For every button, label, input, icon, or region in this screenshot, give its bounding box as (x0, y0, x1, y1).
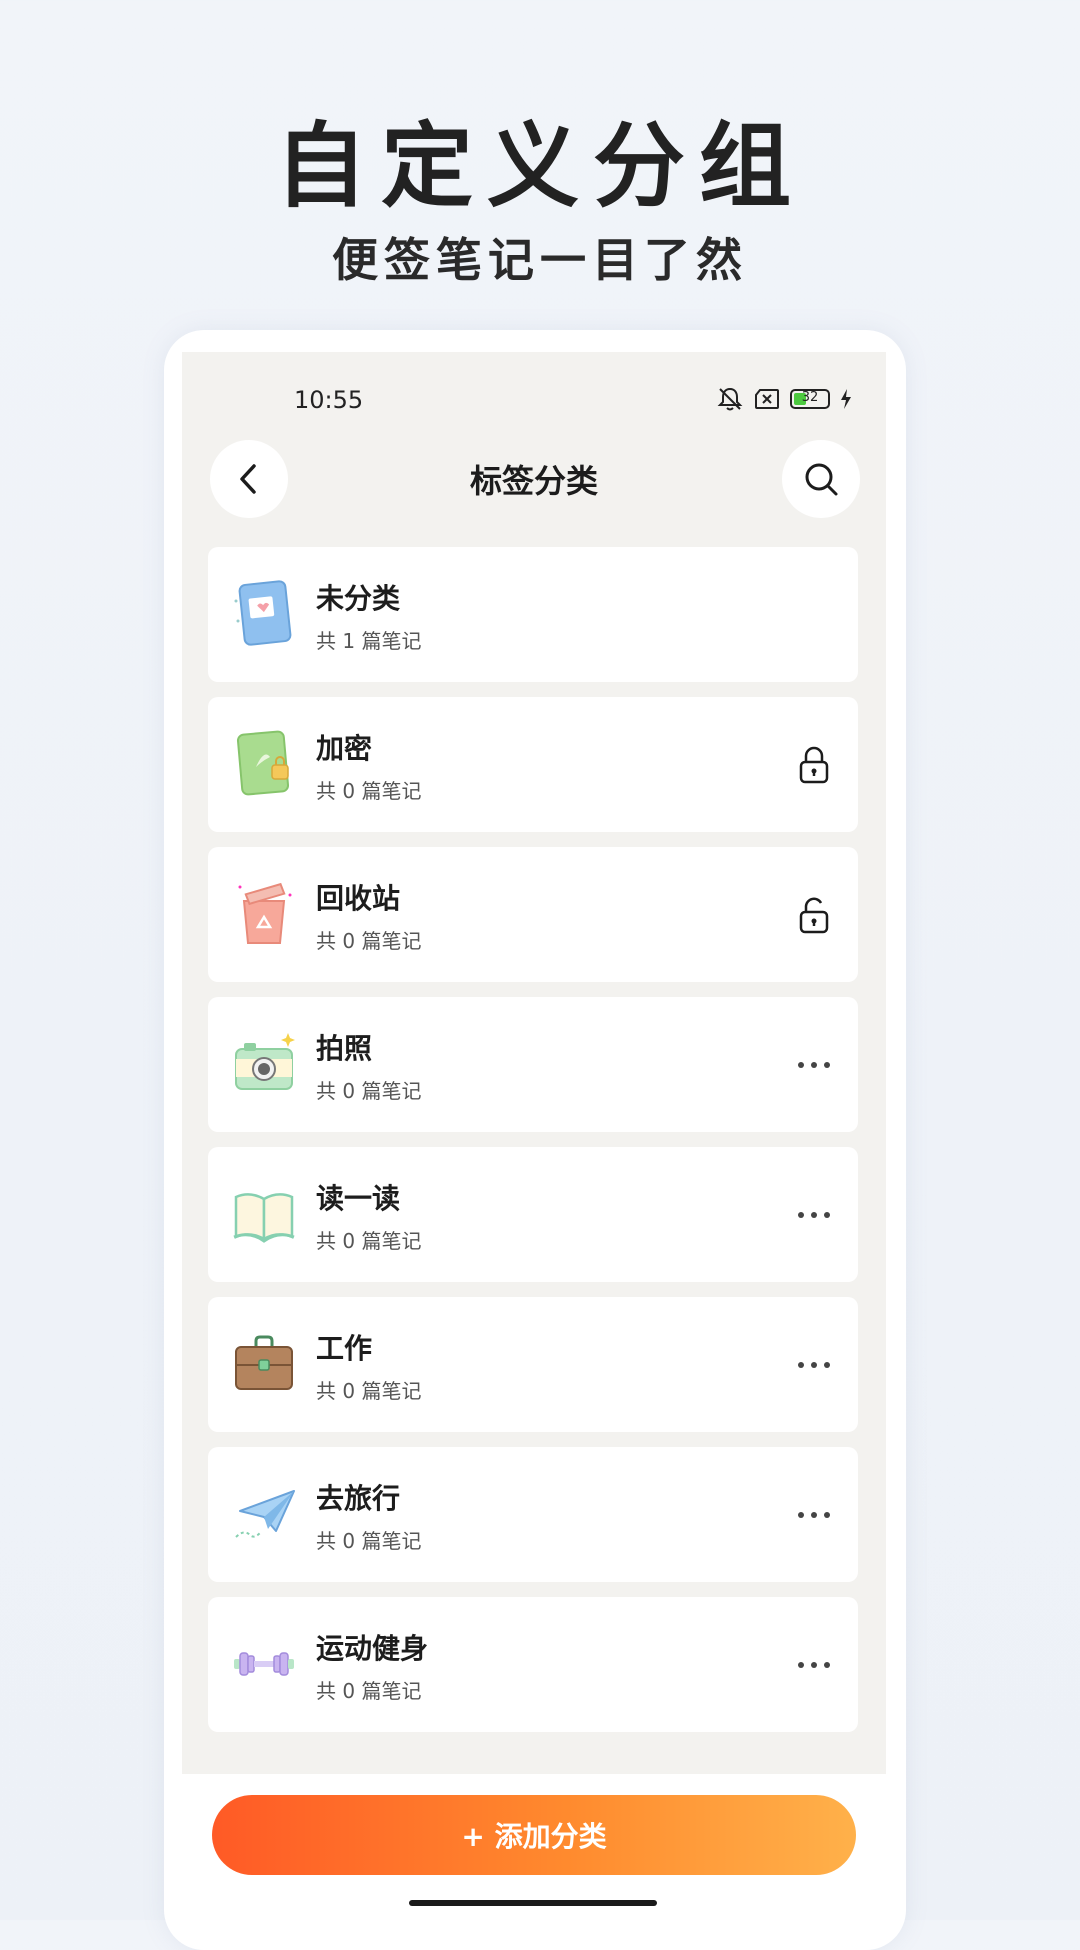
category-count: 共 1 篇笔记 (316, 629, 422, 653)
more-button[interactable] (792, 1193, 836, 1237)
battery-percent: 32 (801, 390, 819, 405)
category-card-reading[interactable]: 读一读 共 0 篇笔记 (208, 1147, 858, 1282)
more-icon (798, 1512, 830, 1518)
category-card-uncategorized[interactable]: 未分类 共 1 篇笔记 (208, 547, 858, 682)
lock-button[interactable] (792, 743, 836, 787)
more-icon (798, 1062, 830, 1068)
home-indicator (409, 1900, 657, 1906)
promo-subtitle: 便签笔记一目了然 (332, 233, 748, 287)
app-screen: 10:55 32 标签分类 未分类 共 1 篇笔记 加密 共 0 篇笔记 回收站… (182, 352, 886, 1774)
category-count: 共 0 篇笔记 (316, 1529, 422, 1553)
green-notebook-lock-icon (236, 730, 290, 796)
category-count: 共 0 篇笔记 (316, 1379, 422, 1403)
more-icon (798, 1662, 830, 1668)
search-icon (805, 463, 838, 496)
camera-icon (235, 1033, 295, 1090)
category-name: 加密 (316, 732, 373, 765)
category-card-fitness[interactable]: 运动健身 共 0 篇笔记 (208, 1597, 858, 1732)
blue-notebook-icon (234, 580, 292, 646)
unlock-button[interactable] (792, 893, 836, 937)
category-name: 运动健身 (316, 1632, 429, 1665)
add-category-button[interactable]: + 添加分类 (212, 1795, 856, 1875)
more-icon (798, 1212, 830, 1218)
category-name: 读一读 (316, 1182, 401, 1215)
sim-off-icon (755, 389, 779, 409)
paper-plane-icon (235, 1490, 295, 1538)
more-button[interactable] (792, 1643, 836, 1687)
category-count: 共 0 篇笔记 (316, 929, 422, 953)
recycle-bin-icon (238, 882, 292, 944)
category-card-photos[interactable]: 拍照 共 0 篇笔记 (208, 997, 858, 1132)
status-icons: 32 (716, 386, 852, 412)
category-name: 去旅行 (316, 1482, 401, 1515)
category-card-recycle-bin[interactable]: 回收站 共 0 篇笔记 (208, 847, 858, 982)
lock-icon (799, 746, 829, 784)
battery-icon: 32 (790, 389, 830, 409)
more-button[interactable] (792, 1343, 836, 1387)
briefcase-icon (235, 1335, 293, 1390)
category-count: 共 0 篇笔记 (316, 1079, 422, 1103)
category-name: 未分类 (316, 582, 401, 615)
category-card-encrypted[interactable]: 加密 共 0 篇笔记 (208, 697, 858, 832)
category-count: 共 0 篇笔记 (316, 779, 422, 803)
category-name: 拍照 (316, 1032, 373, 1065)
status-time: 10:55 (294, 386, 364, 414)
category-card-travel[interactable]: 去旅行 共 0 篇笔记 (208, 1447, 858, 1582)
category-name: 工作 (316, 1332, 373, 1365)
mute-icon (717, 387, 743, 411)
promo-title: 自定义分组 (274, 112, 805, 220)
category-count: 共 0 篇笔记 (316, 1679, 422, 1703)
category-count: 共 0 篇笔记 (316, 1229, 422, 1253)
dumbbell-icon (234, 1652, 294, 1676)
category-name: 回收站 (316, 882, 401, 915)
search-button[interactable] (782, 440, 860, 518)
open-book-icon (233, 1193, 295, 1243)
unlock-icon (799, 897, 829, 934)
more-button[interactable] (792, 1043, 836, 1087)
more-button[interactable] (792, 1493, 836, 1537)
more-icon (798, 1362, 830, 1368)
category-card-work[interactable]: 工作 共 0 篇笔记 (208, 1297, 858, 1432)
charging-icon (841, 389, 851, 409)
page-title: 标签分类 (469, 462, 598, 500)
